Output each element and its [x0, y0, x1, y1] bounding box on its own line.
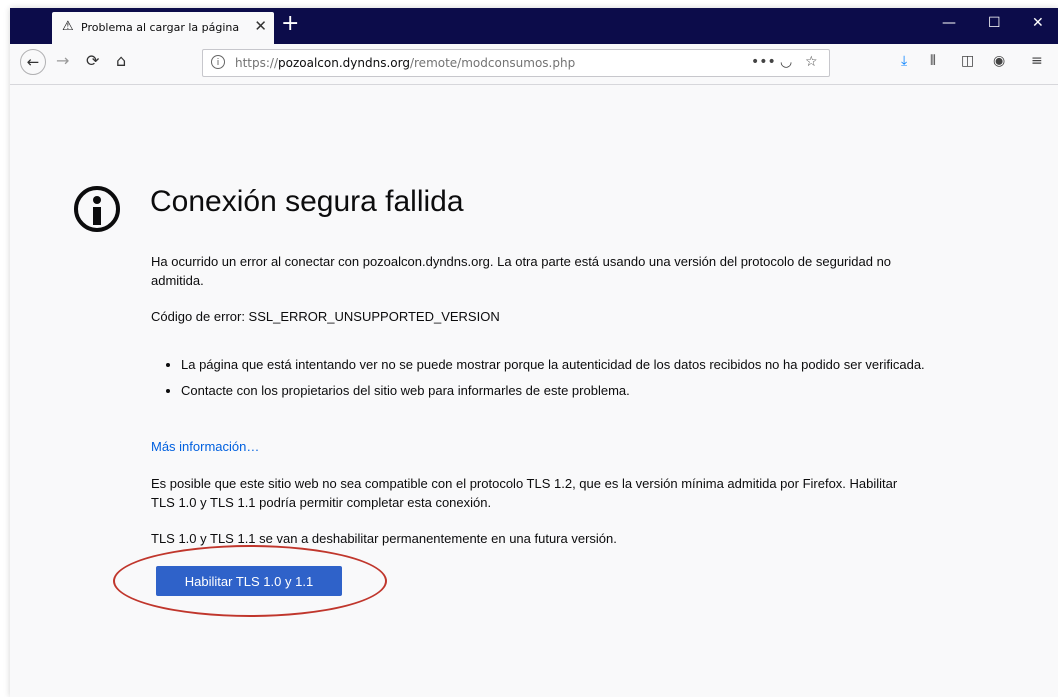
sidebar-icon[interactable]: ◫	[961, 53, 974, 69]
bookmark-star-icon[interactable]: ☆	[805, 54, 818, 70]
deprecation-note: TLS 1.0 y TLS 1.1 se van a deshabilitar …	[151, 531, 617, 546]
error-description: Ha ocurrido un error al conectar con poz…	[151, 254, 892, 288]
minimize-icon[interactable]: —	[942, 15, 956, 31]
url-path: /remote/modconsumos.php	[409, 56, 576, 70]
list-item: La página que está intentando ver no se …	[181, 355, 941, 374]
download-icon[interactable]: ⤓	[901, 53, 907, 69]
account-icon[interactable]: ◉	[993, 53, 1005, 69]
more-info-link[interactable]: Más información…	[151, 437, 911, 456]
tls-note: Es posible que este sitio web no sea com…	[151, 476, 898, 510]
library-icon[interactable]: ⫴	[930, 53, 936, 69]
page-actions-button[interactable]: •••	[751, 54, 776, 70]
error-code: Código de error: SSL_ERROR_UNSUPPORTED_V…	[151, 309, 500, 324]
warning-icon: ⚠	[62, 19, 74, 34]
home-button[interactable]: ⌂	[116, 51, 126, 70]
enable-tls-button[interactable]: Habilitar TLS 1.0 y 1.1	[156, 566, 342, 596]
new-tab-button[interactable]: +	[281, 11, 299, 36]
url-bar[interactable]: i https://pozoalcon.dyndns.org/remote/mo…	[202, 49, 830, 77]
pocket-icon[interactable]: ◡	[780, 54, 792, 70]
back-button[interactable]: ←	[20, 49, 46, 75]
tab-title: Problema al cargar la página	[81, 21, 240, 34]
error-reasons-list: La página que está intentando ver no se …	[151, 355, 941, 407]
info-icon[interactable]: i	[211, 55, 225, 69]
info-circle-icon	[74, 186, 120, 232]
browser-window: ⚠ Problema al cargar la página ✕ + — ☐ ✕…	[10, 8, 1058, 697]
error-title: Conexión segura fallida	[150, 185, 464, 218]
maximize-icon[interactable]: ☐	[988, 15, 1001, 31]
menu-icon[interactable]: ≡	[1031, 53, 1043, 69]
tab-bar: ⚠ Problema al cargar la página ✕ + — ☐ ✕	[10, 8, 1058, 44]
tab-active[interactable]: ⚠ Problema al cargar la página ✕	[52, 12, 274, 44]
url-scheme: https://	[235, 56, 279, 70]
url-text[interactable]: https://pozoalcon.dyndns.org/remote/modc…	[235, 56, 575, 70]
tab-close-button[interactable]: ✕	[254, 17, 267, 35]
nav-toolbar: ← → ⟳ ⌂ i https://pozoalcon.dyndns.org/r…	[10, 44, 1058, 85]
forward-button[interactable]: →	[56, 51, 69, 70]
close-window-icon[interactable]: ✕	[1032, 15, 1044, 31]
list-item: Contacte con los propietarios del sitio …	[181, 381, 941, 400]
url-host: pozoalcon.dyndns.org	[278, 56, 410, 70]
reload-button[interactable]: ⟳	[86, 51, 99, 70]
